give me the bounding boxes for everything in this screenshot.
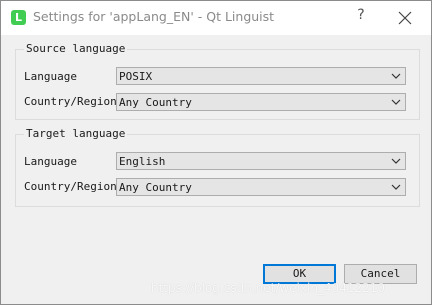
close-icon [398, 11, 412, 25]
settings-dialog: L Settings for 'appLang_EN' - Qt Linguis… [0, 0, 432, 305]
window-title: Settings for 'appLang_EN' - Qt Linguist [33, 9, 275, 24]
target-language-legend: Target language [24, 127, 128, 140]
title-bar[interactable]: L Settings for 'appLang_EN' - Qt Linguis… [1, 1, 431, 35]
target-language-label: Language [24, 155, 77, 168]
source-language-legend: Source language [24, 42, 128, 55]
target-language-group: Target language Language English Country… [15, 127, 420, 207]
target-country-value: Any Country [119, 181, 192, 194]
source-language-combobox[interactable]: POSIX [116, 67, 406, 85]
target-country-label: Country/Region [24, 180, 117, 193]
chevron-down-icon [391, 157, 401, 165]
source-country-label: Country/Region [24, 95, 117, 108]
target-language-value: English [119, 155, 166, 168]
target-language-combobox[interactable]: English [116, 152, 406, 170]
source-country-combobox[interactable]: Any Country [116, 93, 406, 111]
qt-linguist-app-icon: L [11, 10, 26, 25]
watermark-text: https://blog.csdn.net/weixin_40412210 [151, 281, 386, 295]
source-language-value: POSIX [119, 70, 153, 83]
chevron-down-icon [391, 183, 401, 191]
close-button[interactable] [394, 7, 416, 29]
target-country-combobox[interactable]: Any Country [116, 178, 406, 196]
chevron-down-icon [391, 98, 401, 106]
chevron-down-icon [391, 72, 401, 80]
help-button[interactable]: ? [351, 7, 371, 29]
source-language-label: Language [24, 70, 77, 83]
source-language-group: Source language Language POSIX Country/R… [15, 42, 420, 120]
source-country-value: Any Country [119, 96, 192, 109]
